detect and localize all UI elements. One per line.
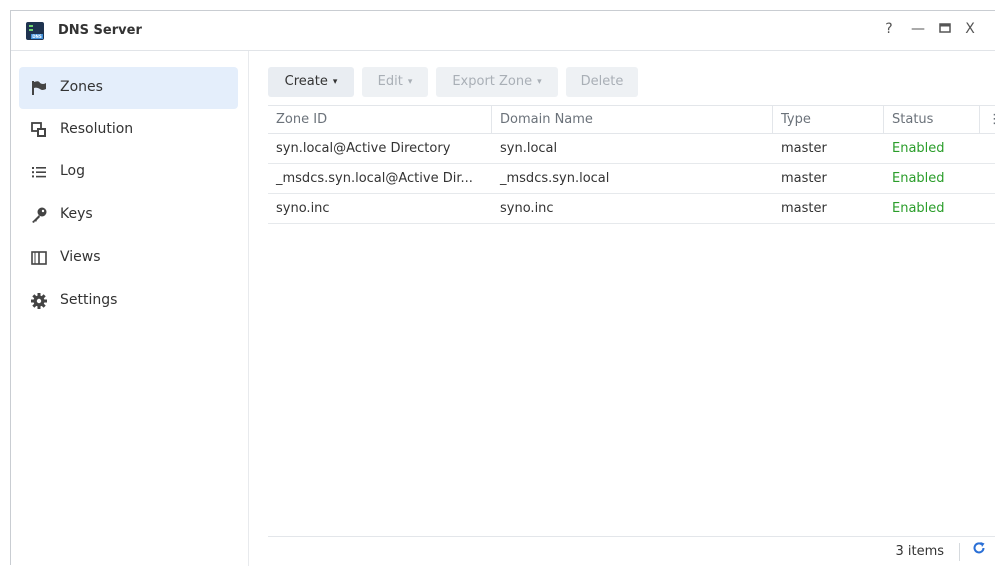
zones-table: Zone ID Domain Name Type Status ⋮ syn.lo… (268, 105, 995, 224)
sidebar-item-label: Zones (60, 79, 103, 95)
column-header-status[interactable]: Status (884, 106, 980, 133)
zone-id-cell: syn.local@Active Directory (276, 141, 451, 156)
status-cell: Enabled (892, 201, 945, 216)
minimize-button[interactable]: — (909, 21, 927, 37)
chevron-down-icon: ▾ (537, 77, 542, 87)
sidebar-item-label: Resolution (60, 121, 134, 137)
status-cell: Enabled (892, 171, 945, 186)
sidebar-item-views[interactable]: Views (19, 237, 238, 279)
export-zone-button[interactable]: Export Zone ▾ (436, 67, 558, 97)
edit-button[interactable]: Edit ▾ (362, 67, 428, 97)
refresh-icon[interactable] (972, 541, 986, 559)
book-icon (30, 249, 48, 267)
flag-icon (30, 79, 48, 97)
app-icon-badge: DNS (31, 34, 43, 39)
table-header: Zone ID Domain Name Type Status ⋮ (268, 105, 995, 134)
column-menu-icon[interactable]: ⋮ (980, 106, 995, 133)
key-icon (30, 206, 48, 224)
sidebar-item-label: Settings (60, 292, 118, 308)
sidebar-item-label: Log (60, 163, 86, 179)
title-bar: DNS DNS Server ? — X (11, 11, 995, 51)
chevron-down-icon: ▾ (407, 77, 413, 87)
table-row[interactable]: syno.inc syno.inc master Enabled (268, 194, 995, 224)
item-count: 3 items (895, 544, 944, 559)
column-header-domain-name[interactable]: Domain Name (492, 106, 773, 133)
edit-button-label: Edit (377, 74, 403, 89)
table-footer: 3 items (268, 536, 995, 566)
sidebar-item-resolution[interactable]: Resolution (19, 109, 238, 151)
domain-name-cell: _msdcs.syn.local (500, 171, 610, 186)
footer-divider (959, 543, 960, 561)
table-row[interactable]: syn.local@Active Directory syn.local mas… (268, 134, 995, 164)
chevron-down-icon: ▾ (332, 77, 338, 87)
sidebar-item-keys[interactable]: Keys (19, 194, 238, 236)
sidebar-item-label: Views (60, 249, 101, 265)
app-icon-bar (29, 29, 33, 31)
sidebar-item-log[interactable]: Log (19, 151, 238, 193)
resolution-icon (30, 121, 48, 139)
dns-server-window: DNS DNS Server ? — X Zones Resolution Lo… (10, 10, 995, 566)
column-header-type[interactable]: Type (773, 106, 884, 133)
type-cell: master (781, 141, 827, 156)
dns-server-app-icon: DNS (26, 22, 44, 40)
maximize-button[interactable] (936, 21, 954, 37)
type-cell: master (781, 201, 827, 216)
close-button[interactable]: X (961, 21, 979, 37)
domain-name-cell: syno.inc (500, 201, 554, 216)
sidebar: Zones Resolution Log Keys Views Settings (11, 51, 249, 566)
table-row[interactable]: _msdcs.syn.local@Active Dir... _msdcs.sy… (268, 164, 995, 194)
gear-icon (30, 292, 48, 310)
delete-button[interactable]: Delete (566, 67, 638, 97)
type-cell: master (781, 171, 827, 186)
app-title: DNS Server (58, 23, 142, 38)
status-cell: Enabled (892, 141, 945, 156)
main-content: Create ▾ Edit ▾ Export Zone ▾ Delete Zone I… (249, 51, 995, 566)
column-header-zone-id[interactable]: Zone ID (268, 106, 492, 133)
help-button[interactable]: ? (880, 21, 898, 37)
create-button-label: Create (284, 74, 328, 89)
zone-id-cell: _msdcs.syn.local@Active Dir... (276, 171, 473, 186)
app-icon-bar (29, 25, 33, 27)
domain-name-cell: syn.local (500, 141, 558, 156)
sidebar-item-zones[interactable]: Zones (19, 67, 238, 109)
list-icon (30, 163, 48, 181)
sidebar-item-settings[interactable]: Settings (19, 280, 238, 322)
maximize-icon (939, 23, 951, 33)
zone-id-cell: syno.inc (276, 201, 330, 216)
export-zone-button-label: Export Zone (452, 74, 533, 89)
sidebar-item-label: Keys (60, 206, 93, 222)
create-button[interactable]: Create ▾ (268, 67, 354, 97)
